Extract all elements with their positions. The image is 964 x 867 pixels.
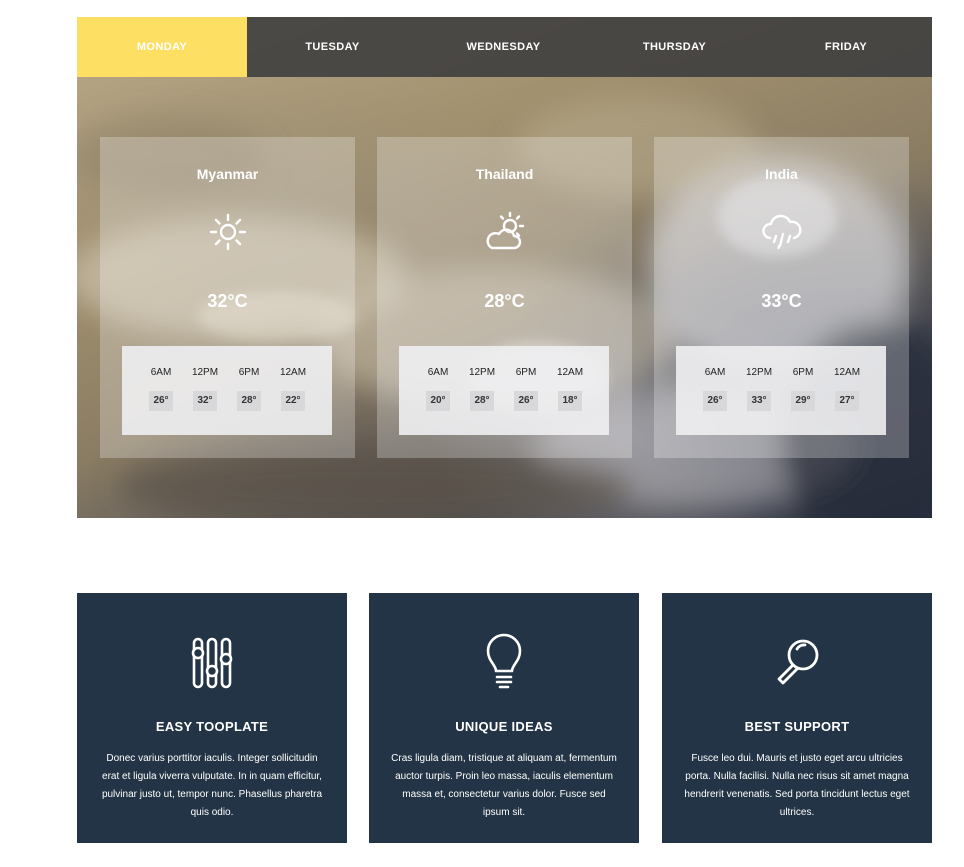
tab-friday[interactable]: FRIDAY xyxy=(760,17,932,77)
magnifier-icon xyxy=(777,639,819,685)
city-name: India xyxy=(765,166,798,182)
lightbulb-icon xyxy=(486,633,522,689)
hour-temp: 26° xyxy=(149,391,173,411)
feature-box-easy-tooplate: EASY TOOPLATE Donec varius porttitor iac… xyxy=(77,593,347,843)
hourly-forecast: 6AM 26° 12PM 32° 6PM 28° 12AM 22° xyxy=(122,346,332,435)
day-tabs: MONDAY TUESDAY WEDNESDAY THURSDAY FRIDAY xyxy=(77,17,932,77)
hour-label: 6AM xyxy=(150,367,172,378)
hour-label: 12PM xyxy=(745,367,773,378)
feature-box-unique-ideas: UNIQUE IDEAS Cras ligula diam, tristique… xyxy=(369,593,639,843)
weather-card-myanmar: Myanmar 32°C 6AM 26° 12PM 32° 6PM 28° 12… xyxy=(100,137,355,458)
sun-icon xyxy=(209,213,246,251)
current-temperature: 33°C xyxy=(761,291,802,311)
feature-text: Cras ligula diam, tristique at aliquam a… xyxy=(391,753,617,818)
hour-temp: 33° xyxy=(747,391,771,411)
hourly-forecast: 6AM 26° 12PM 33° 6PM 29° 12AM 27° xyxy=(676,346,886,435)
hour-label: 6PM xyxy=(515,367,537,378)
hour-temp: 28° xyxy=(470,391,494,411)
feature-title: EASY TOOPLATE xyxy=(155,719,269,734)
hour-label: 6PM xyxy=(792,367,814,378)
hour-temp: 18° xyxy=(558,391,582,411)
tab-monday[interactable]: MONDAY xyxy=(77,17,247,77)
hourly-forecast: 6AM 20° 12PM 28° 6PM 26° 12AM 18° xyxy=(399,346,609,435)
partly-cloudy-icon xyxy=(485,211,524,250)
tab-wednesday[interactable]: WEDNESDAY xyxy=(418,17,589,77)
hour-label: 12PM xyxy=(468,367,496,378)
hour-label: 12AM xyxy=(556,367,584,378)
hour-temp: 22° xyxy=(281,391,305,411)
hour-temp: 26° xyxy=(703,391,727,411)
feature-box-best-support: BEST SUPPORT Fusce leo dui. Mauris et ju… xyxy=(662,593,932,843)
current-temperature: 28°C xyxy=(484,291,525,311)
feature-title: BEST SUPPORT xyxy=(744,719,850,734)
hour-label: 6AM xyxy=(704,367,726,378)
weather-card-india: India 33°C 6AM 26° 12PM 33° 6PM 29° 12AM xyxy=(654,137,909,458)
feature-text: Donec varius porttitor iaculis. Integer … xyxy=(101,753,323,818)
weather-section: MONDAY TUESDAY WEDNESDAY THURSDAY FRIDAY… xyxy=(77,17,932,518)
hour-label: 12AM xyxy=(833,367,861,378)
feature-title: UNIQUE IDEAS xyxy=(455,719,553,734)
hour-label: 12AM xyxy=(279,367,307,378)
hour-temp: 20° xyxy=(426,391,450,411)
tab-tuesday[interactable]: TUESDAY xyxy=(247,17,418,77)
tab-thursday[interactable]: THURSDAY xyxy=(589,17,760,77)
hour-temp: 32° xyxy=(193,391,217,411)
feature-text: Fusce leo dui. Mauris et justo eget arcu… xyxy=(684,753,910,818)
hour-temp: 28° xyxy=(237,391,261,411)
current-temperature: 32°C xyxy=(207,291,248,311)
weather-card-thailand: Thailand 28°C 6AM 20° 12PM 28° 6PM 26° 1… xyxy=(377,137,632,458)
city-name: Myanmar xyxy=(196,166,259,182)
rain-cloud-icon xyxy=(761,214,801,250)
sliders-icon xyxy=(191,637,233,689)
city-name: Thailand xyxy=(475,166,534,182)
hour-label: 6PM xyxy=(238,367,260,378)
hour-label: 6AM xyxy=(427,367,449,378)
hour-temp: 26° xyxy=(514,391,538,411)
hour-label: 12PM xyxy=(191,367,219,378)
hour-temp: 29° xyxy=(791,391,815,411)
hour-temp: 27° xyxy=(835,391,859,411)
